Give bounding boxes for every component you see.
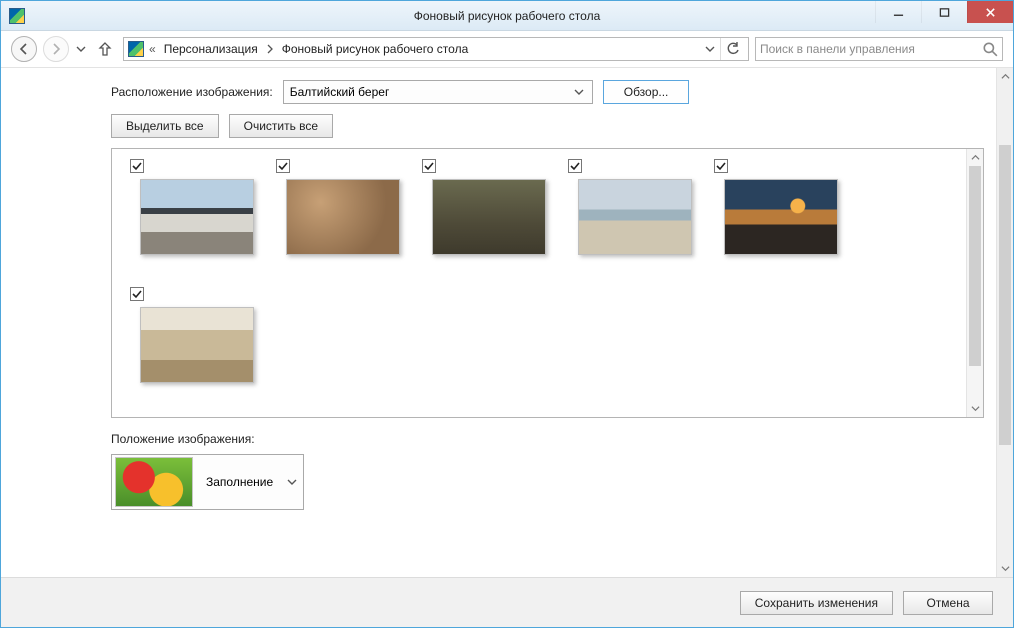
back-button[interactable] [11,36,37,62]
checkbox[interactable] [422,159,436,173]
chevron-down-icon [572,87,586,97]
browse-button[interactable]: Обзор... [603,80,690,104]
scroll-up-icon[interactable] [997,68,1013,85]
wallpaper-tile[interactable] [708,157,854,285]
gallery [111,148,984,418]
maximize-button[interactable] [921,1,967,23]
checkbox[interactable] [130,159,144,173]
scroll-up-icon[interactable] [967,149,983,166]
up-button[interactable] [93,37,117,61]
wallpaper-thumb [432,179,546,255]
wallpaper-tile[interactable] [270,157,416,285]
address-dropdown[interactable] [702,39,718,59]
footer: Сохранить изменения Отмена [1,577,1013,627]
location-label: Расположение изображения: [111,85,273,99]
refresh-button[interactable] [720,38,744,60]
content-wrap: Расположение изображения: Балтийский бер… [1,67,1013,577]
search-placeholder: Поиск в панели управления [760,42,982,56]
location-select[interactable]: Балтийский берег [283,80,593,104]
chevron-down-icon [281,477,303,487]
checkbox[interactable] [714,159,728,173]
breadcrumb-seg-1[interactable]: Персонализация [161,42,261,56]
scrollbar-thumb[interactable] [999,145,1011,445]
save-button[interactable]: Сохранить изменения [740,591,893,615]
toolbar: « Персонализация Фоновый рисунок рабочег… [1,31,1013,67]
wallpaper-tile[interactable] [562,157,708,285]
search-input[interactable]: Поиск в панели управления [755,37,1003,61]
wallpaper-thumb [140,179,254,255]
window-title: Фоновый рисунок рабочего стола [1,9,1013,23]
address-bar[interactable]: « Персонализация Фоновый рисунок рабочег… [123,37,749,61]
cancel-button[interactable]: Отмена [903,591,993,615]
position-select[interactable]: Заполнение [111,454,304,510]
select-all-button[interactable]: Выделить все [111,114,219,138]
position-label: Положение изображения: [111,432,984,446]
position-value: Заполнение [196,475,281,489]
checkbox[interactable] [568,159,582,173]
titlebar: Фоновый рисунок рабочего стола [1,1,1013,31]
wallpaper-tile[interactable] [124,157,270,285]
window-controls [875,1,1013,30]
window: Фоновый рисунок рабочего стола [0,0,1014,628]
scroll-down-icon[interactable] [967,400,983,417]
scroll-down-icon[interactable] [997,560,1013,577]
breadcrumb-seg-2[interactable]: Фоновый рисунок рабочего стола [279,42,472,56]
location-select-value: Балтийский берег [290,85,390,99]
checkbox[interactable] [276,159,290,173]
wallpaper-thumb [578,179,692,255]
minimize-button[interactable] [875,1,921,23]
history-dropdown[interactable] [75,44,87,54]
checkbox[interactable] [130,287,144,301]
page-scrollbar[interactable] [996,68,1013,577]
clear-all-button[interactable]: Очистить все [229,114,333,138]
breadcrumb-prefix: « [147,42,158,56]
gallery-scrollbar[interactable] [966,149,983,417]
wallpaper-tile[interactable] [416,157,562,285]
wallpaper-thumb [724,179,838,255]
position-preview-icon [115,457,193,507]
close-button[interactable] [967,1,1013,23]
search-icon [982,41,998,57]
app-icon [9,8,25,24]
content: Расположение изображения: Балтийский бер… [1,68,996,577]
forward-button[interactable] [43,36,69,62]
scrollbar-thumb[interactable] [969,166,981,366]
location-icon [128,41,144,57]
wallpaper-tile[interactable] [124,285,270,413]
wallpaper-thumb [286,179,400,255]
breadcrumb-sep-icon [264,44,276,54]
wallpaper-thumb [140,307,254,383]
